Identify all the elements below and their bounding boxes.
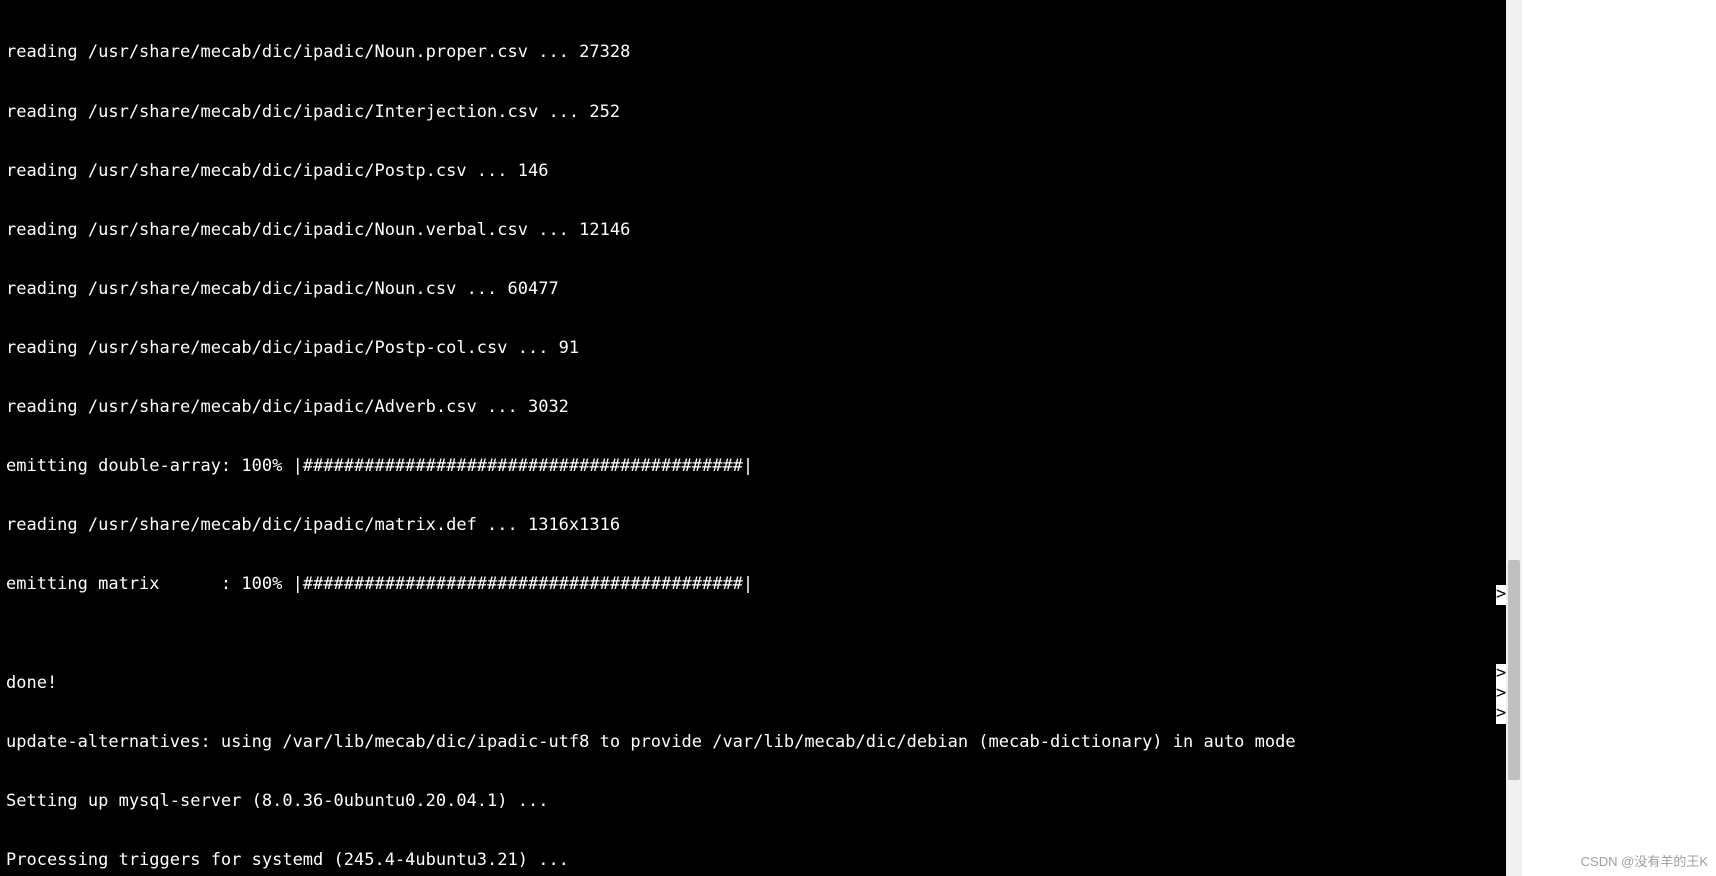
- output-line: reading /usr/share/mecab/dic/ipadic/Post…: [6, 162, 1494, 182]
- page-gutter: [1506, 0, 1716, 876]
- overflow-indicator-icon: >: [1496, 704, 1506, 724]
- output-line: reading /usr/share/mecab/dic/ipadic/matr…: [6, 516, 1494, 536]
- vertical-scrollbar[interactable]: [1506, 0, 1522, 876]
- output-line: Setting up mysql-server (8.0.36-0ubuntu0…: [6, 792, 1494, 812]
- overflow-indicator-icon: >: [1496, 585, 1506, 605]
- output-line: reading /usr/share/mecab/dic/ipadic/Post…: [6, 339, 1494, 359]
- output-line: Processing triggers for systemd (245.4-4…: [6, 851, 1494, 871]
- output-line: emitting matrix : 100% |################…: [6, 575, 1494, 595]
- output-line: update-alternatives: using /var/lib/meca…: [6, 733, 1494, 753]
- scroll-thumb[interactable]: [1508, 560, 1520, 780]
- output-line: reading /usr/share/mecab/dic/ipadic/Adve…: [6, 398, 1494, 418]
- output-line: done!: [6, 674, 1494, 694]
- output-line: reading /usr/share/mecab/dic/ipadic/Noun…: [6, 43, 1494, 63]
- output-line: reading /usr/share/mecab/dic/ipadic/Inte…: [6, 103, 1494, 123]
- terminal-window[interactable]: reading /usr/share/mecab/dic/ipadic/Noun…: [0, 0, 1500, 876]
- overflow-indicator-icon: >: [1496, 664, 1506, 684]
- output-line: emitting double-array: 100% |###########…: [6, 457, 1494, 477]
- overflow-indicator-icon: >: [1496, 684, 1506, 704]
- watermark-text: CSDN @没有羊的王K: [1581, 851, 1708, 870]
- output-line: reading /usr/share/mecab/dic/ipadic/Noun…: [6, 221, 1494, 241]
- output-line: reading /usr/share/mecab/dic/ipadic/Noun…: [6, 280, 1494, 300]
